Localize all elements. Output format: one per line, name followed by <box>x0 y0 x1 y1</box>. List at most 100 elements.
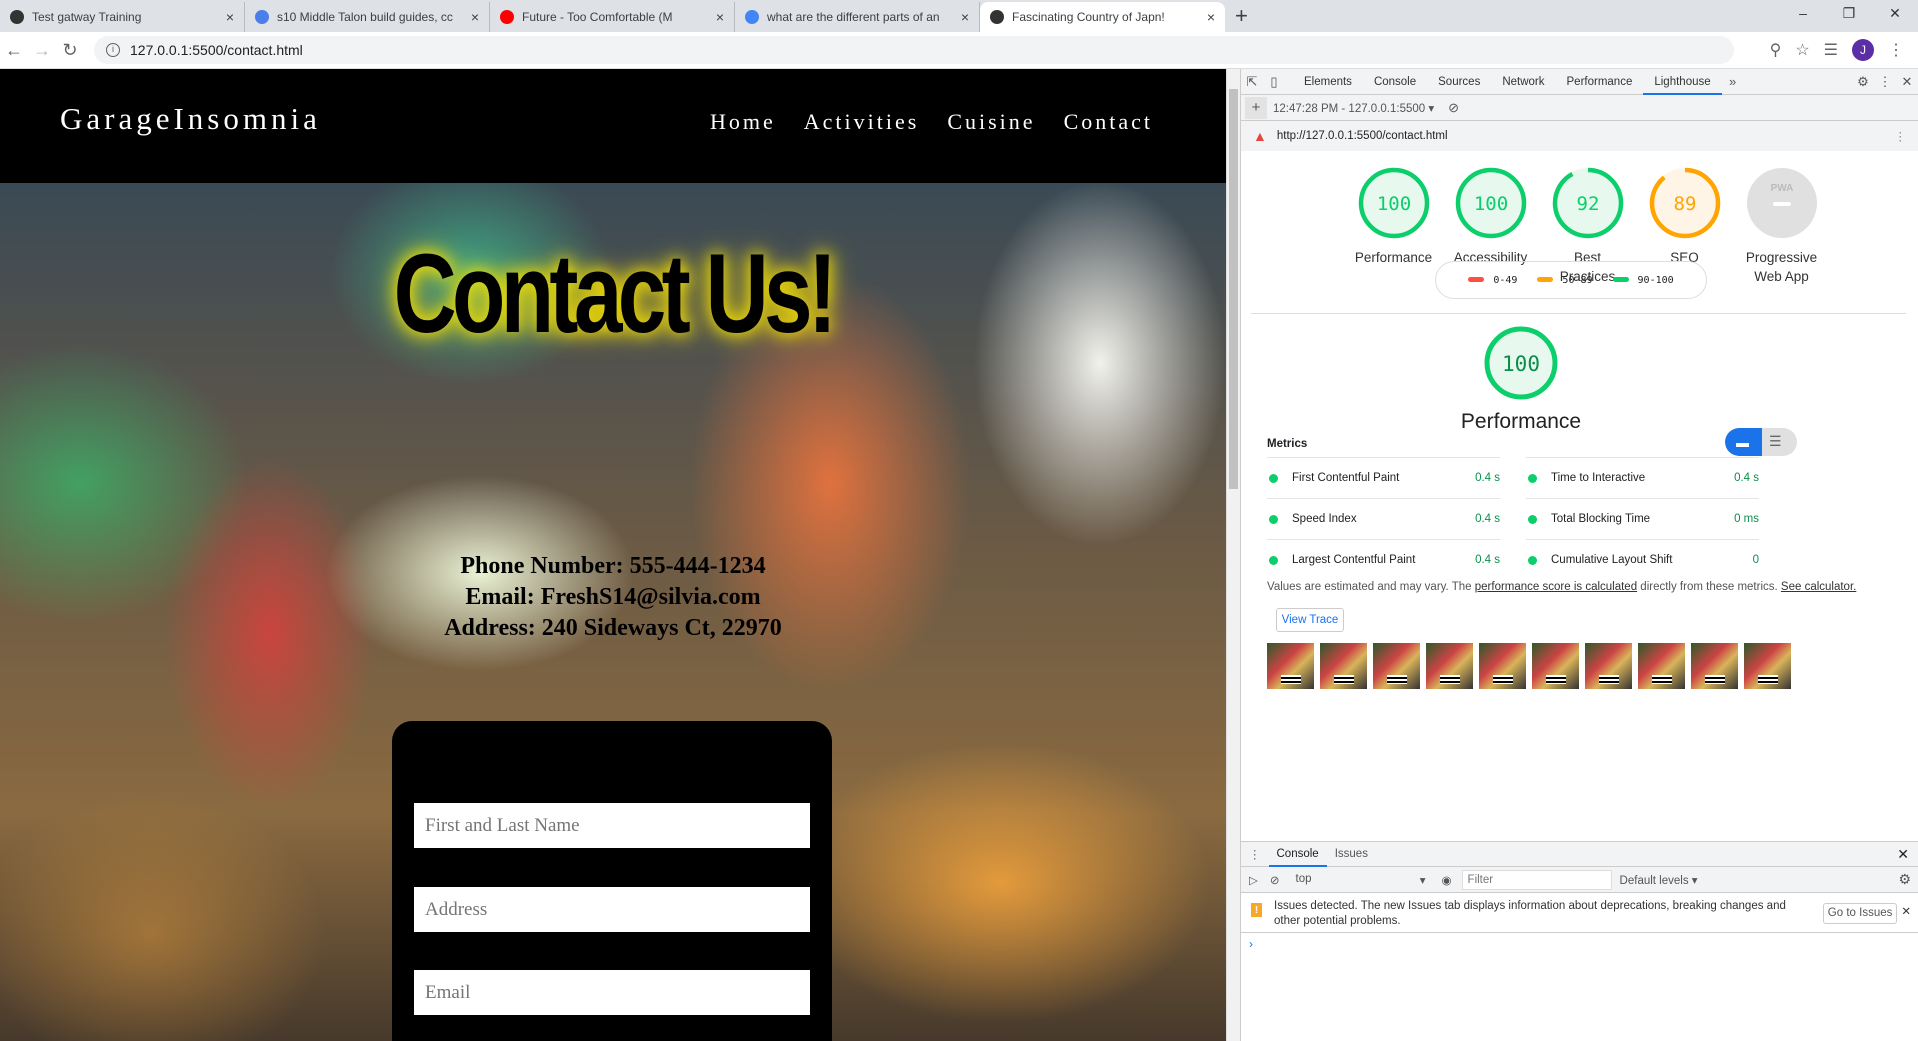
metric-name: First Contentful Paint <box>1292 472 1400 484</box>
levels-select[interactable]: Default levels ▾ <box>1620 873 1698 887</box>
metric-name: Total Blocking Time <box>1551 513 1651 525</box>
score-gauge[interactable]: PWA Progressive Web App <box>1733 165 1830 286</box>
devtools-toolbar: ⇱ ▯ Elements Console Sources Network Per… <box>1241 69 1918 95</box>
metric-value: 0.4 s <box>1734 472 1759 484</box>
email-address: Email: FreshS14@silvia.com <box>465 584 761 610</box>
tab-title: s10 Middle Talon build guides, cc <box>277 10 453 24</box>
back-icon[interactable]: ← <box>0 40 28 61</box>
close-tab-icon[interactable]: × <box>471 9 479 25</box>
page-scrollbar[interactable] <box>1226 69 1240 1041</box>
tab-sources[interactable]: Sources <box>1427 69 1491 95</box>
tab-title: Test gatway Training <box>32 10 142 24</box>
minimize-button[interactable]: – <box>1780 0 1826 26</box>
close-window-button[interactable]: ✕ <box>1872 0 1918 26</box>
metric-value: 0 <box>1752 554 1759 566</box>
site-logo[interactable]: GarageInsomnia <box>60 101 321 137</box>
gauge-ring: 100 <box>1484 326 1558 400</box>
kebab-icon[interactable]: ⋮ <box>1874 74 1896 90</box>
compact-view-icon[interactable]: ▬ <box>1736 435 1749 450</box>
close-tab-icon[interactable]: × <box>961 9 969 25</box>
menu-icon[interactable]: ⋮ <box>1888 40 1904 60</box>
forward-icon[interactable]: → <box>28 40 56 61</box>
tab-elements[interactable]: Elements <box>1293 69 1363 95</box>
console-settings-icon[interactable]: ⚙ <box>1898 871 1918 888</box>
inspect-icon[interactable]: ⇱ <box>1241 74 1263 90</box>
tab-console[interactable]: Console <box>1363 69 1427 95</box>
score-gauge[interactable]: 100 Performance <box>1345 165 1442 286</box>
close-devtools-icon[interactable]: ✕ <box>1896 74 1918 90</box>
metrics-note: Values are estimated and may vary. The p… <box>1267 581 1857 593</box>
nav-cuisine[interactable]: Cuisine <box>947 109 1035 135</box>
filmstrip-frame <box>1479 643 1526 689</box>
reload-icon[interactable]: ↻ <box>56 40 84 61</box>
nav-activities[interactable]: Activities <box>804 109 920 135</box>
score-calculated-link[interactable]: performance score is calculated <box>1475 581 1637 593</box>
address-input[interactable] <box>414 887 810 932</box>
email-input[interactable] <box>414 970 810 1015</box>
metric-name: Speed Index <box>1292 513 1357 525</box>
settings-icon[interactable]: ⚙ <box>1852 74 1874 90</box>
more-tabs-icon[interactable]: » <box>1722 74 1744 89</box>
expanded-view-icon[interactable]: ☰ <box>1769 433 1782 450</box>
lighthouse-report: 100 Performance 100 Accessibility 92 Best Prac… <box>1251 151 1906 841</box>
svg-text:100: 100 <box>1473 193 1507 215</box>
issue-text: Issues detected. The new Issues tab disp… <box>1274 900 1786 927</box>
dismiss-banner-icon[interactable]: ✕ <box>1901 905 1911 920</box>
console-prompt[interactable]: › <box>1241 933 1918 955</box>
drawer-menu-icon[interactable]: ⋮ <box>1241 847 1269 861</box>
nav-contact[interactable]: Contact <box>1064 109 1153 135</box>
gauge-ring: PWA <box>1746 168 1817 238</box>
eye-icon[interactable]: ◉ <box>1442 873 1452 887</box>
avatar[interactable]: J <box>1852 39 1874 61</box>
filmstrip-frame <box>1638 643 1685 689</box>
nav-home[interactable]: Home <box>710 109 776 135</box>
console-drawer: ⋮ Console Issues ✕ ▷ ⊘ top▾ ◉ Default le… <box>1241 841 1918 1041</box>
context-select[interactable]: top ▾ <box>1296 873 1426 887</box>
name-input[interactable] <box>414 803 810 848</box>
report-select[interactable]: 12:47:28 PM - 127.0.0.1:5500 ▾ <box>1273 101 1434 115</box>
url-input[interactable]: i 127.0.0.1:5500/contact.html <box>94 36 1734 64</box>
filmstrip-frame <box>1320 643 1367 689</box>
view-trace-button[interactable]: View Trace <box>1276 608 1344 632</box>
report-menu-icon[interactable]: ⋮ <box>1895 129 1907 143</box>
metric-row: Time to Interactive 0.4 s <box>1526 457 1759 498</box>
see-calculator-link[interactable]: See calculator. <box>1781 581 1856 593</box>
svg-text:PWA: PWA <box>1770 183 1793 194</box>
pass-dot-icon <box>1528 514 1537 524</box>
metric-value: 0 ms <box>1734 513 1759 525</box>
close-tab-icon[interactable]: × <box>226 9 234 25</box>
tab-performance[interactable]: Performance <box>1556 69 1644 95</box>
browser-tab[interactable]: Future - Too Comfortable (M × <box>490 2 735 32</box>
browser-tab[interactable]: Fascinating Country of Japn! × <box>980 2 1225 32</box>
drawer-tab-console[interactable]: Console <box>1268 842 1327 867</box>
tab-lighthouse[interactable]: Lighthouse <box>1643 69 1722 95</box>
browser-tab[interactable]: s10 Middle Talon build guides, cc × <box>245 2 490 32</box>
site-nav: Home Activities Cuisine Contact <box>710 109 1153 135</box>
browser-tab[interactable]: what are the different parts of an × <box>735 2 980 32</box>
new-report-button[interactable]: + <box>1245 96 1267 119</box>
metric-name: Time to Interactive <box>1551 472 1646 484</box>
tab-network[interactable]: Network <box>1491 69 1555 95</box>
lighthouse-icon: ▲ <box>1253 128 1267 144</box>
clear-console-icon[interactable]: ⊘ <box>1266 873 1284 887</box>
close-tab-icon[interactable]: × <box>1207 9 1215 25</box>
gauge-label: Performance <box>1460 410 1582 433</box>
browser-tab[interactable]: Test gatway Training × <box>0 2 245 32</box>
sidebar-toggle-icon[interactable]: ▷ <box>1241 873 1266 887</box>
info-icon[interactable]: i <box>106 43 120 57</box>
device-toggle-icon[interactable]: ▯ <box>1263 74 1285 90</box>
metrics-view-toggle[interactable]: ▬ ☰ <box>1725 428 1797 456</box>
go-to-issues-button[interactable]: Go to Issues <box>1822 903 1898 924</box>
clear-icon[interactable]: ⊘ <box>1448 100 1459 116</box>
maximize-button[interactable]: ❐ <box>1826 0 1872 26</box>
drawer-tab-issues[interactable]: Issues <box>1327 848 1376 860</box>
metric-value: 0.4 s <box>1475 554 1500 566</box>
new-tab-button[interactable]: + <box>1225 2 1258 32</box>
media-icon[interactable]: ☰ <box>1824 40 1838 60</box>
close-drawer-icon[interactable]: ✕ <box>1897 846 1918 863</box>
close-tab-icon[interactable]: × <box>716 9 724 25</box>
star-icon[interactable]: ☆ <box>1795 40 1809 60</box>
metric-row: Cumulative Layout Shift 0 <box>1526 539 1759 580</box>
zoom-icon[interactable]: ⚲ <box>1770 40 1782 60</box>
filter-input[interactable] <box>1461 869 1612 890</box>
